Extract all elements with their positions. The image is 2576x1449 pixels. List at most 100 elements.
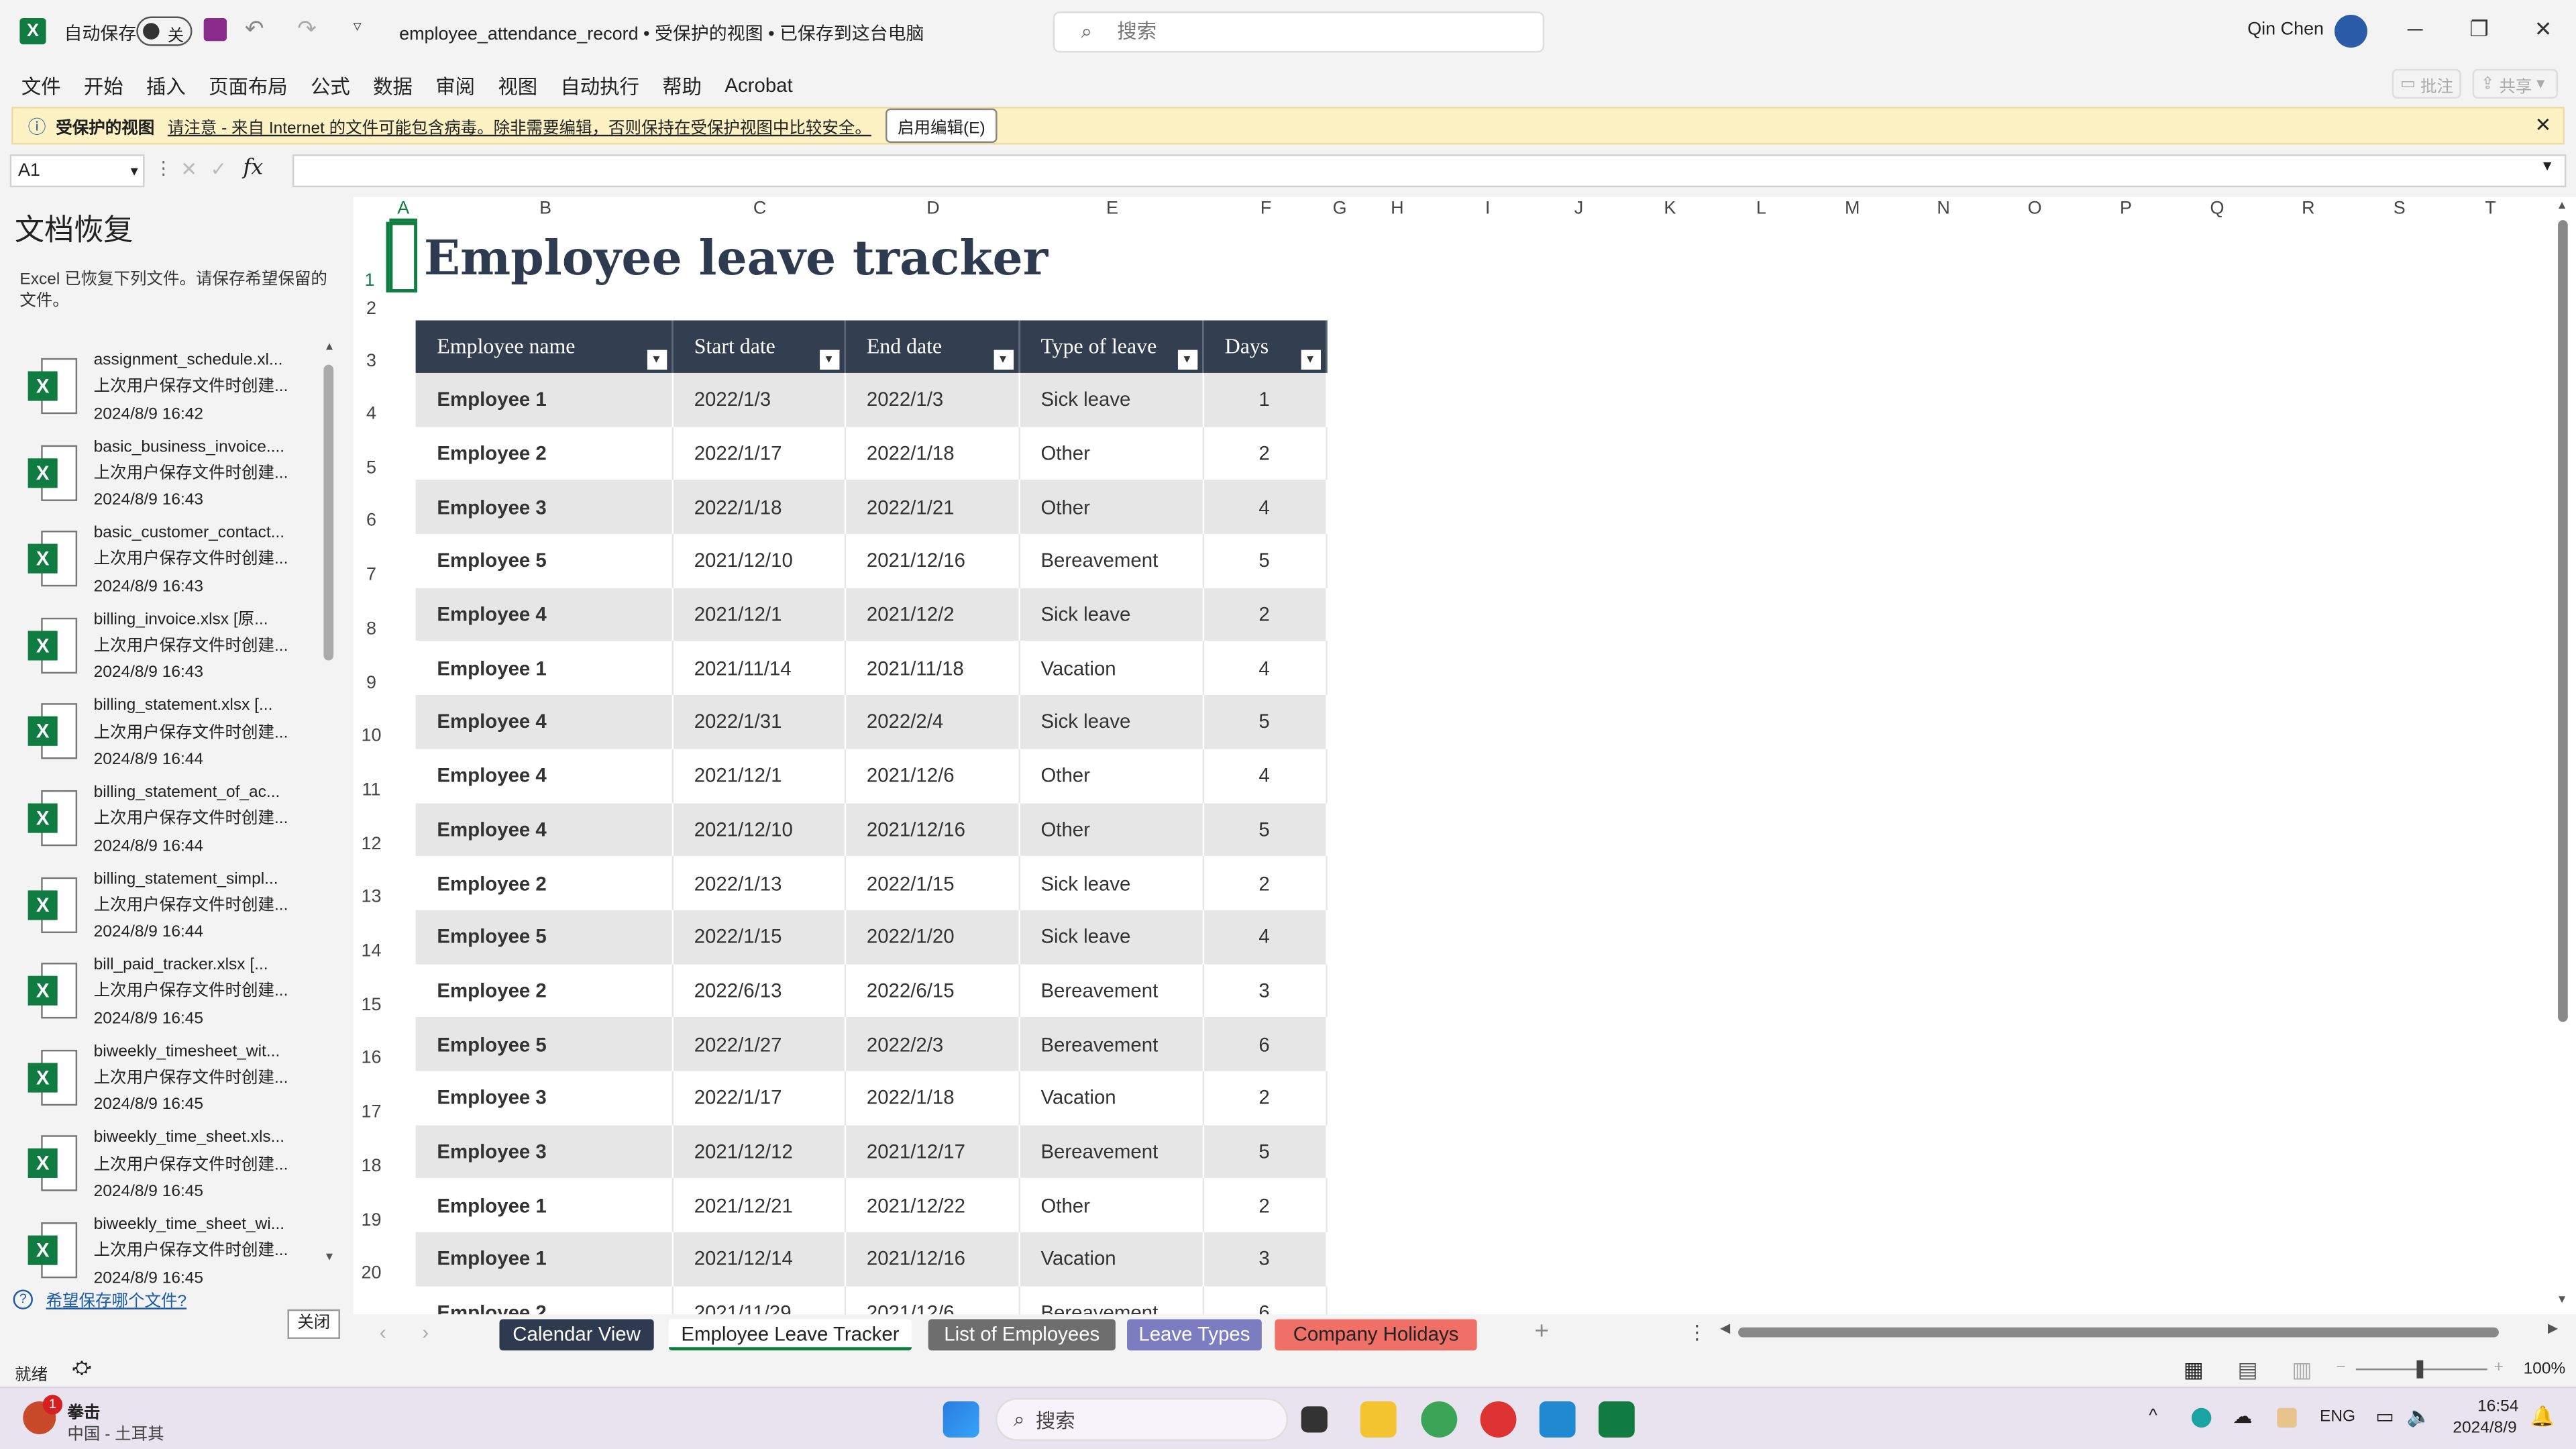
cell-days[interactable]: 2	[1202, 588, 1327, 642]
column-header[interactable]: S	[2354, 197, 2445, 222]
column-header[interactable]: K	[1625, 197, 1715, 222]
scroll-up-icon[interactable]: ▲	[323, 341, 335, 353]
cell-days[interactable]: 2	[1202, 1178, 1327, 1232]
row-header[interactable]: 15	[353, 963, 390, 1018]
column-header[interactable]: F	[1204, 197, 1328, 222]
user-name[interactable]: Qin Chen	[2247, 19, 2324, 39]
cell-employee[interactable]: Employee 4	[415, 588, 673, 642]
cell-leave-type[interactable]: Vacation	[1018, 1071, 1203, 1125]
cell-leave-type[interactable]: Other	[1018, 480, 1203, 535]
cell-leave-type[interactable]: Sick leave	[1018, 588, 1203, 642]
cell-end-date[interactable]: 2021/12/6	[844, 749, 1020, 803]
add-sheet-icon[interactable]: +	[1534, 1318, 1548, 1346]
cell-end-date[interactable]: 2022/1/18	[844, 426, 1020, 481]
menu-help[interactable]: 帮助	[662, 72, 702, 100]
menu-acrobat[interactable]: Acrobat	[724, 74, 792, 97]
filter-dropdown-icon[interactable]: ▾	[818, 350, 839, 370]
cell-start-date[interactable]: 2021/12/10	[672, 534, 846, 588]
column-header[interactable]: B	[417, 197, 674, 222]
select-all-corner[interactable]	[353, 197, 390, 222]
recovery-help[interactable]: ? 希望保存哪个文件?	[13, 1287, 186, 1311]
cell-end-date[interactable]: 2021/12/6	[844, 1285, 1020, 1318]
cell-days[interactable]: 6	[1202, 1017, 1327, 1071]
column-header[interactable]: Q	[2171, 197, 2263, 222]
row-header[interactable]: 12	[353, 802, 390, 857]
recovery-item[interactable]: Xbiweekly_time_sheet.xls... 上次用户保存文件时创建..…	[19, 1126, 315, 1212]
excel-taskbar-icon[interactable]	[1598, 1401, 1635, 1438]
menu-formulas[interactable]: 公式	[311, 72, 350, 100]
vscode-icon[interactable]	[1539, 1401, 1576, 1438]
cell-days[interactable]: 2	[1202, 856, 1327, 910]
cell-leave-type[interactable]: Bereavement	[1018, 963, 1203, 1018]
cell-days[interactable]: 5	[1202, 1124, 1327, 1179]
network-icon[interactable]: ▭	[2375, 1405, 2394, 1428]
recovery-item[interactable]: Xbasic_business_invoice.... 上次用户保存文件时创建..…	[19, 435, 315, 520]
cell-start-date[interactable]: 2022/1/13	[672, 856, 846, 910]
tab-scroll-right-icon[interactable]: ›	[422, 1321, 429, 1344]
cell-leave-type[interactable]: Other	[1018, 749, 1203, 803]
formula-input[interactable]	[292, 154, 2567, 188]
cell-leave-type[interactable]: Vacation	[1018, 641, 1203, 696]
more-icon[interactable]: ⋮	[154, 158, 172, 179]
scroll-down-icon[interactable]: ▼	[2557, 1295, 2568, 1306]
header-end-date[interactable]: End date ▾	[844, 320, 1020, 373]
insert-function-icon[interactable]: fx	[243, 156, 263, 181]
notification-bell-icon[interactable]: 🔔	[2530, 1405, 2555, 1428]
zoom-slider[interactable]	[2355, 1360, 2487, 1379]
cell-end-date[interactable]: 2021/11/18	[844, 641, 1020, 696]
column-header[interactable]: C	[674, 197, 847, 222]
cell-employee[interactable]: Employee 1	[415, 372, 673, 427]
page-layout-icon[interactable]: ▤	[2238, 1357, 2258, 1383]
cell-end-date[interactable]: 2022/2/3	[844, 1017, 1020, 1071]
cell-end-date[interactable]: 2021/12/17	[844, 1124, 1020, 1179]
cell-start-date[interactable]: 2022/1/17	[672, 1071, 846, 1125]
clock-time[interactable]: 16:54	[2477, 1398, 2518, 1416]
scroll-up-icon[interactable]: ▲	[2557, 201, 2568, 212]
cell-start-date[interactable]: 2021/12/12	[672, 1124, 846, 1179]
normal-view-icon[interactable]: ▦	[2184, 1357, 2204, 1383]
column-header[interactable]: E	[1020, 197, 1205, 222]
cell-days[interactable]: 2	[1202, 1071, 1327, 1125]
edge-icon[interactable]	[2191, 1407, 2212, 1428]
row-header[interactable]: 17	[353, 1071, 390, 1126]
tab-company-holidays[interactable]: Company Holidays	[1275, 1319, 1477, 1351]
cell-employee[interactable]: Employee 4	[415, 695, 673, 749]
scrollbar-thumb[interactable]	[1738, 1327, 2499, 1338]
scrollbar-thumb[interactable]	[2558, 220, 2568, 1022]
zoom-level[interactable]: 100%	[2524, 1360, 2566, 1379]
cell-leave-type[interactable]: Bereavement	[1018, 1017, 1203, 1071]
cell-end-date[interactable]: 2022/2/4	[844, 695, 1020, 749]
language-indicator[interactable]: ENG	[2320, 1408, 2355, 1426]
cell-days[interactable]: 4	[1202, 910, 1327, 964]
cell-days[interactable]: 2	[1202, 426, 1327, 481]
row-header[interactable]: 18	[353, 1125, 390, 1179]
cell-start-date[interactable]: 2021/12/21	[672, 1178, 846, 1232]
recovery-scrollbar[interactable]: ▲ ▼	[322, 341, 335, 1268]
cell-days[interactable]: 5	[1202, 802, 1327, 857]
active-cell[interactable]	[389, 221, 418, 292]
recovery-item[interactable]: Xbilling_statement.xlsx [... 上次用户保存文件时创建.…	[19, 694, 315, 779]
cell-employee[interactable]: Employee 3	[415, 1124, 673, 1179]
column-header[interactable]: T	[2445, 197, 2537, 222]
cell-employee[interactable]: Employee 5	[415, 1017, 673, 1071]
accessibility-icon[interactable]: ⛮	[72, 1358, 91, 1380]
cell-end-date[interactable]: 2022/1/21	[844, 480, 1020, 535]
recovery-close-button[interactable]: 关闭	[287, 1309, 340, 1339]
cell-end-date[interactable]: 2021/12/16	[844, 802, 1020, 857]
recovery-item[interactable]: Xbilling_statement_of_ac... 上次用户保存文件时创建..…	[19, 780, 315, 865]
file-explorer-icon[interactable]	[1360, 1401, 1397, 1438]
worksheet[interactable]: ABCDEFGHIJKLMNOPQRST 1 2 3 4 5 6 7 8 9 10 11 12 13 14…	[353, 197, 2576, 1318]
cell-leave-type[interactable]: Sick leave	[1018, 856, 1203, 910]
menu-data[interactable]: 数据	[373, 72, 413, 100]
protected-message[interactable]: 请注意 - 来自 Internet 的文件可能包含病毒。除非需要编辑，否则保持在…	[168, 113, 871, 138]
cell-leave-type[interactable]: Bereavement	[1018, 534, 1203, 588]
recovery-item[interactable]: Xbilling_invoice.xlsx [原... 上次用户保存文件时创建..…	[19, 608, 315, 693]
cell-days[interactable]: 1	[1202, 372, 1327, 427]
cell-leave-type[interactable]: Sick leave	[1018, 910, 1203, 964]
cell-start-date[interactable]: 2021/12/10	[672, 802, 846, 857]
menu-review[interactable]: 审阅	[435, 72, 475, 100]
cell-end-date[interactable]: 2022/1/15	[844, 856, 1020, 910]
recovery-item[interactable]: Xbasic_customer_contact... 上次用户保存文件时创建...…	[19, 521, 315, 606]
scroll-down-icon[interactable]: ▼	[323, 1252, 335, 1263]
cell-leave-type[interactable]: Sick leave	[1018, 695, 1203, 749]
